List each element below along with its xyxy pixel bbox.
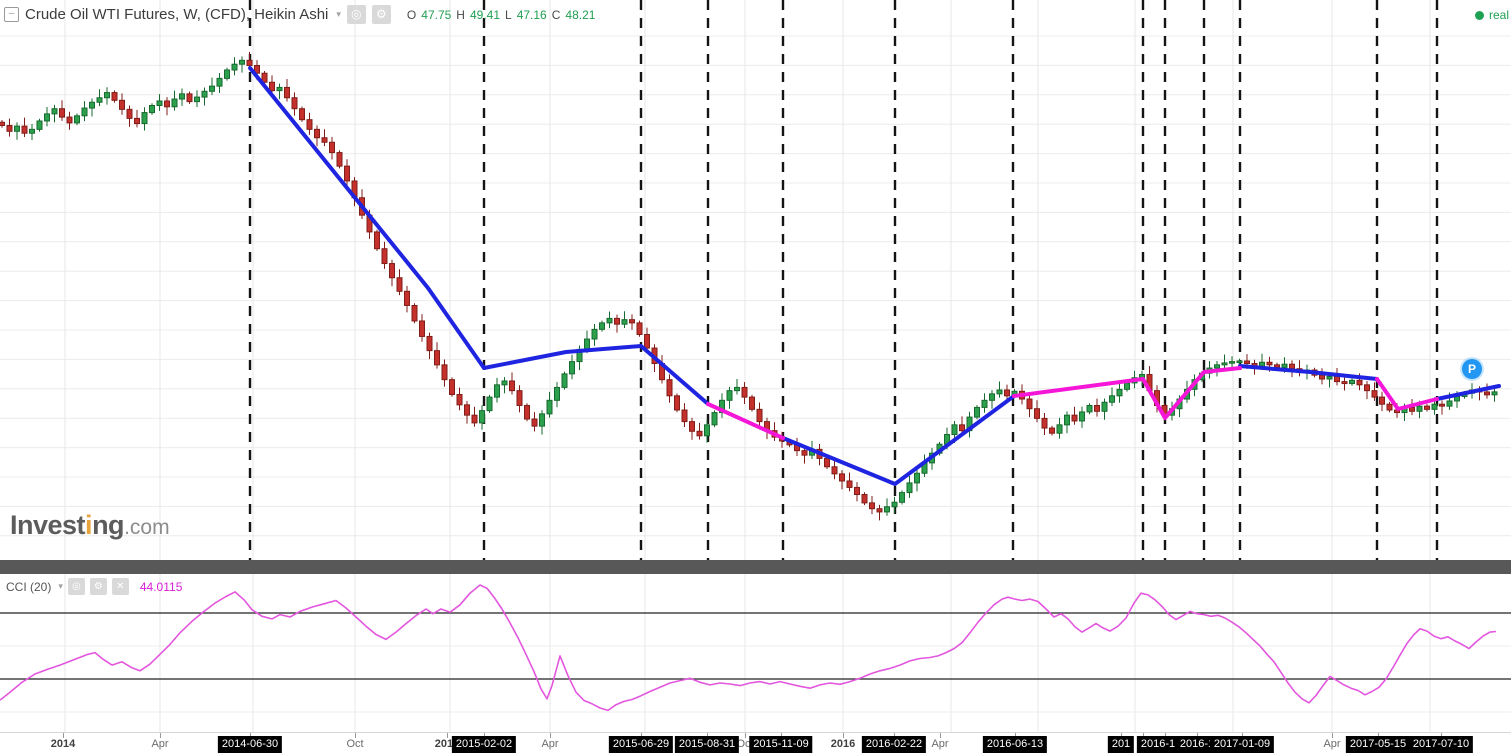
- axis-label: Apr: [151, 738, 168, 750]
- axis-label: Apr: [931, 738, 948, 750]
- chart-application: Investing.com – Crude Oil WTI Futures, W…: [0, 0, 1511, 756]
- axis-label: Apr: [1323, 738, 1340, 750]
- cci-grid-layer: [0, 574, 1511, 732]
- open-value: 47.75: [421, 8, 451, 22]
- axis-date-box: 201: [1108, 736, 1134, 753]
- collapse-pane-icon[interactable]: –: [4, 7, 19, 22]
- publish-idea-badge[interactable]: P: [1462, 359, 1482, 379]
- axis-date-box: 2017-05-15: [1346, 736, 1410, 753]
- axis-date-box: 2016-06-13: [983, 736, 1047, 753]
- chevron-down-icon[interactable]: ▾: [336, 9, 341, 20]
- settings-gear-button[interactable]: ⚙: [372, 5, 391, 24]
- high-value: 49.41: [470, 8, 500, 22]
- low-value: 47.16: [517, 8, 547, 22]
- grid-layer: [0, 0, 1511, 560]
- axis-label: Oct: [346, 738, 363, 750]
- cci-legend: CCI (20) ▾ ◎ ⚙ ✕ 44.0115: [6, 578, 182, 595]
- axis-date-box: 2014-06-30: [218, 736, 282, 753]
- high-label: H: [456, 8, 465, 22]
- realtime-indicator: real: [1475, 8, 1509, 22]
- axis-date-box: 2015-02-02: [452, 736, 516, 753]
- price-pane[interactable]: [0, 0, 1511, 560]
- axis-date-box: 2015-08-31: [675, 736, 739, 753]
- axis-date-box: 2017-07-10: [1409, 736, 1473, 753]
- cci-indicator-pane[interactable]: [0, 574, 1511, 732]
- axis-date-box: 2015-06-29: [609, 736, 673, 753]
- ohlc-readout: O 47.75 H 49.41 L 47.16 C 48.21: [407, 8, 596, 22]
- close-value: 48.21: [565, 8, 595, 22]
- close-label: C: [552, 8, 561, 22]
- axis-date-box: 2016-1: [1137, 736, 1179, 753]
- axis-date-box: 2016-02-22: [862, 736, 926, 753]
- blue-trendline[interactable]: [250, 68, 708, 404]
- magenta-trendline[interactable]: [1377, 379, 1437, 409]
- cci-line: [0, 585, 1496, 710]
- heikin-ashi-candles-layer: [0, 52, 1497, 521]
- low-label: L: [505, 8, 512, 22]
- cci-visibility-button[interactable]: ◎: [68, 578, 85, 595]
- blue-trendline[interactable]: [1240, 366, 1377, 379]
- watermark-tld: .com: [124, 516, 170, 539]
- axis-date-box: 2015-11-09: [749, 736, 812, 753]
- symbol-title[interactable]: Crude Oil WTI Futures, W, (CFD), Heikin …: [25, 6, 328, 23]
- axis-label: Apr: [541, 738, 558, 750]
- watermark-orange-dot: i: [85, 510, 92, 540]
- realtime-label: real: [1489, 8, 1509, 22]
- open-label: O: [407, 8, 416, 22]
- toggle-visibility-button[interactable]: ◎: [347, 5, 366, 24]
- axis-label: 2014: [51, 738, 75, 750]
- trendlines-layer[interactable]: [250, 68, 1499, 484]
- cci-label[interactable]: CCI (20): [6, 580, 51, 594]
- watermark-text: Invest: [10, 510, 85, 540]
- cci-settings-button[interactable]: ⚙: [90, 578, 107, 595]
- magenta-trendline[interactable]: [1014, 368, 1240, 418]
- watermark-text2: ng: [92, 510, 124, 540]
- pane-separator[interactable]: [0, 560, 1511, 574]
- cci-current-value: 44.0115: [140, 580, 183, 594]
- investing-watermark: Investing.com: [10, 510, 170, 541]
- axis-date-box: 2017-01-09: [1210, 736, 1274, 753]
- symbol-legend: – Crude Oil WTI Futures, W, (CFD), Heiki…: [4, 5, 595, 24]
- cci-close-button[interactable]: ✕: [112, 578, 129, 595]
- time-axis[interactable]: 2014Apr2014-06-30Oct20152015-02-02Apr201…: [0, 732, 1511, 756]
- chevron-down-icon[interactable]: ▾: [58, 581, 63, 592]
- realtime-dot-icon: [1475, 11, 1484, 20]
- axis-label: 2016: [831, 738, 855, 750]
